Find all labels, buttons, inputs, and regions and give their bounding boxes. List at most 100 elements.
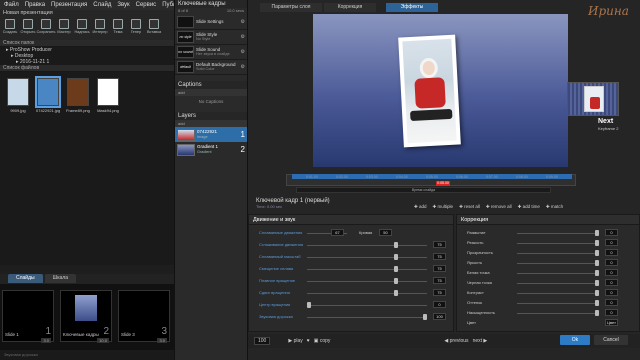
- correction-value[interactable]: 0: [605, 249, 618, 256]
- motion-track[interactable]: [307, 305, 427, 306]
- motion-track[interactable]: [307, 317, 427, 318]
- menu-item-0[interactable]: Файл: [4, 2, 19, 8]
- layer-item[interactable]: Gradient 1 Gradient 2: [175, 142, 247, 157]
- motion-value[interactable]: 67: [331, 229, 344, 236]
- correction-value[interactable]: 0: [605, 269, 618, 276]
- main-tab-0[interactable]: Параметры слоя: [260, 3, 322, 12]
- correction-track[interactable]: [517, 313, 597, 314]
- toolbar-button-0[interactable]: Создать: [2, 19, 18, 39]
- file-thumbnail[interactable]: Frame89.png: [66, 78, 90, 113]
- toolbar-button-3[interactable]: Мастер: [56, 19, 72, 39]
- motion-track[interactable]: [307, 293, 427, 294]
- motion-value[interactable]: 75: [433, 277, 446, 284]
- ok-button[interactable]: Ok: [560, 335, 590, 345]
- motion-slider-knob[interactable]: [394, 290, 398, 296]
- toolbar-button-2[interactable]: Сохранить: [37, 19, 55, 39]
- motion-slider-knob[interactable]: [423, 314, 427, 320]
- keyframe-action-5[interactable]: ✚ match: [546, 204, 563, 210]
- correction-track[interactable]: [517, 233, 597, 234]
- motion-slider-knob[interactable]: [394, 254, 398, 260]
- heart-icon[interactable]: ♥: [307, 338, 310, 344]
- keyframe-timeline[interactable]: 0:01.00 0:02.00 0:03.00 0:04.00 0:05.00 0:06.…: [256, 170, 636, 196]
- gear-icon[interactable]: ⚙: [241, 49, 245, 55]
- correction-slider-knob[interactable]: [595, 260, 599, 266]
- motion-slider-knob[interactable]: [307, 302, 311, 308]
- photo-layer[interactable]: [398, 34, 461, 148]
- menu-item-4[interactable]: Звук: [117, 2, 129, 8]
- file-thumbnail[interactable]: 9909.jpg: [6, 78, 30, 113]
- keyframe-setting-1[interactable]: no style Slide Style No Style ⚙: [175, 30, 247, 45]
- toolbar-button-8[interactable]: Вставка: [146, 19, 162, 39]
- correction-track[interactable]: [517, 303, 597, 304]
- motion-slider-knob[interactable]: [394, 266, 398, 272]
- correction-slider-knob[interactable]: [595, 240, 599, 246]
- main-tab-2[interactable]: Эффекты: [386, 3, 438, 12]
- correction-value[interactable]: Цвет: [605, 319, 618, 326]
- gear-icon[interactable]: ⚙: [241, 19, 245, 25]
- toolbar-button-1[interactable]: Открыть: [20, 19, 36, 39]
- copy-button[interactable]: ▣ copy: [314, 338, 331, 344]
- correction-value[interactable]: 0: [605, 259, 618, 266]
- next-button[interactable]: next ▶: [473, 338, 488, 344]
- toolbar-button-6[interactable]: Тема: [110, 19, 126, 39]
- add-layer-button[interactable]: add: [178, 121, 185, 126]
- toolbar-button-7[interactable]: Генер: [128, 19, 144, 39]
- correction-slider-knob[interactable]: [595, 280, 599, 286]
- motion-slider-knob[interactable]: [394, 278, 398, 284]
- main-tab-1[interactable]: Коррекция: [324, 3, 376, 12]
- keyframe-setting-2[interactable]: no sound Slide Sound Нет звука в слайде ⚙: [175, 45, 247, 60]
- correction-value[interactable]: 0: [605, 239, 618, 246]
- correction-value[interactable]: 0: [605, 299, 618, 306]
- motion-track[interactable]: [307, 269, 427, 270]
- menu-item-3[interactable]: Слайд: [93, 2, 111, 8]
- tab-1[interactable]: Шкала: [44, 274, 76, 283]
- file-thumbnail[interactable]: 07422921.jpg: [35, 76, 61, 113]
- correction-track[interactable]: [517, 273, 597, 274]
- keyframe-action-0[interactable]: ✚ add: [414, 204, 427, 210]
- slide-thumbnail[interactable]: Ключевые кадры 2 10.0: [60, 290, 112, 343]
- zoom-field[interactable]: 100: [254, 337, 271, 345]
- play-button[interactable]: ▶ play: [288, 338, 302, 344]
- motion-extra-value[interactable]: 50: [379, 229, 392, 236]
- correction-slider-knob[interactable]: [595, 290, 599, 296]
- motion-track[interactable]: [307, 245, 427, 246]
- next-keyframe-thumbnail[interactable]: [567, 82, 619, 116]
- gear-icon[interactable]: ⚙: [241, 64, 245, 70]
- file-thumbnail[interactable]: Mask94.png: [96, 78, 120, 113]
- correction-slider-knob[interactable]: [595, 310, 599, 316]
- motion-value[interactable]: 75: [433, 289, 446, 296]
- menu-item-5[interactable]: Сервис: [136, 2, 157, 8]
- menu-item-1[interactable]: Правка: [25, 2, 45, 8]
- keyframe-setting-0[interactable]: Slide Settings ⚙: [175, 15, 247, 30]
- menu-item-2[interactable]: Презентация: [51, 2, 87, 8]
- keyframe-action-1[interactable]: ✚ multiple: [433, 204, 454, 210]
- motion-track[interactable]: [307, 257, 427, 258]
- timeline-current-marker[interactable]: 0:05.00: [436, 181, 450, 186]
- motion-value[interactable]: 75: [433, 265, 446, 272]
- gear-icon[interactable]: ⚙: [241, 34, 245, 40]
- correction-track[interactable]: [517, 253, 597, 254]
- toolbar-button-4[interactable]: Надпись: [74, 19, 90, 39]
- previous-button[interactable]: ◀ previous: [444, 338, 468, 344]
- slide-thumbnail[interactable]: Slide 3 3 3.0: [118, 290, 170, 343]
- correction-track[interactable]: [517, 293, 597, 294]
- keyframe-action-4[interactable]: ✚ add time: [518, 204, 540, 210]
- add-caption-button[interactable]: add: [178, 90, 185, 95]
- correction-value[interactable]: 0: [605, 279, 618, 286]
- correction-slider-knob[interactable]: [595, 230, 599, 236]
- keyframe-action-3[interactable]: ✚ remove all: [486, 204, 512, 210]
- motion-track[interactable]: [307, 281, 427, 282]
- correction-slider-knob[interactable]: [595, 270, 599, 276]
- correction-track[interactable]: [517, 283, 597, 284]
- cancel-button[interactable]: Cancel: [594, 335, 628, 345]
- correction-value[interactable]: 0: [605, 309, 618, 316]
- toolbar-button-5[interactable]: Интерпр: [92, 19, 108, 39]
- correction-value[interactable]: 0: [605, 229, 618, 236]
- correction-track[interactable]: [517, 243, 597, 244]
- tab-0[interactable]: Слайды: [8, 274, 43, 283]
- slide-thumbnail[interactable]: Slide 1 1 3.0: [2, 290, 54, 343]
- motion-value[interactable]: 75: [433, 253, 446, 260]
- motion-value[interactable]: 100: [433, 313, 446, 320]
- keyframe-setting-3[interactable]: default Default Background Solid Color ⚙: [175, 60, 247, 75]
- correction-track[interactable]: [517, 263, 597, 264]
